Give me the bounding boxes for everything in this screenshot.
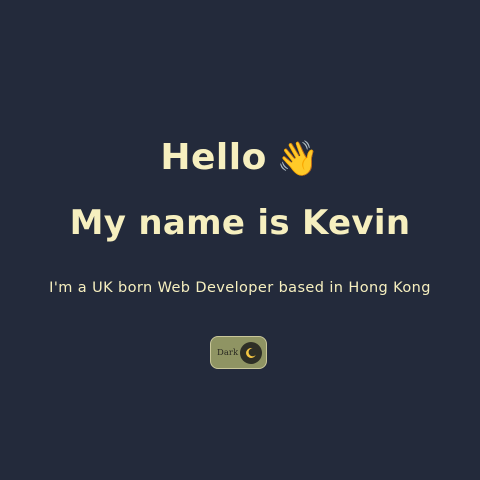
greeting-text: Hello — [160, 137, 267, 178]
waving-hand-icon: 👋 — [276, 139, 320, 179]
dark-mode-toggle[interactable]: Dark — [210, 336, 267, 369]
greeting-heading: Hello 👋 — [0, 136, 480, 181]
page: Hello 👋 My name is Kevin I'm a UK born We… — [0, 0, 480, 480]
moon-icon — [246, 347, 256, 358]
tagline: I'm a UK born Web Developer based in Hon… — [49, 280, 431, 296]
toggle-knob — [240, 341, 262, 364]
name-heading: My name is Kevin — [69, 203, 411, 243]
toggle-label: Dark — [217, 347, 239, 358]
